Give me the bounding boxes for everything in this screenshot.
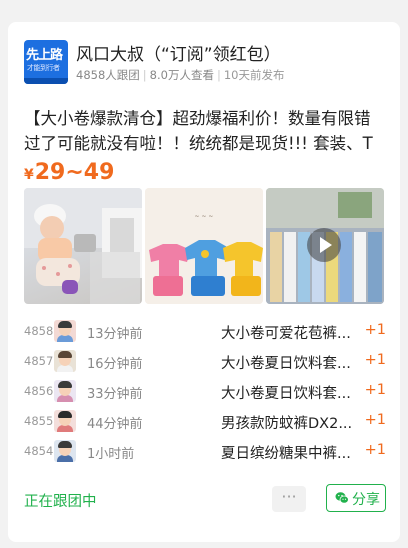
list-item[interactable]: 4856 33分钟前 大小卷夏日饮料套... +1 xyxy=(24,378,386,408)
avatar[interactable] xyxy=(54,440,76,462)
order-product: 夏日缤纷糖果中裤... xyxy=(221,446,351,462)
order-product: 大小卷夏日饮料套... xyxy=(221,386,351,402)
order-time: 33分钟前 xyxy=(87,387,143,402)
list-item[interactable]: 4857 16分钟前 大小卷夏日饮料套... +1 xyxy=(24,348,386,378)
post-description[interactable]: 【大小卷爆款清仓】超劲爆福利价！数量有限错过了可能就没有啦！！统统都是现货!!!… xyxy=(24,106,386,156)
avatar[interactable] xyxy=(54,410,76,432)
top-spacer xyxy=(0,0,408,22)
product-image-2[interactable]: ~ ~ ~ xyxy=(145,188,263,304)
post-meta: 4858人跟团 | 8.0万人查看 | 10天前发布 xyxy=(76,67,284,83)
order-qty: +1 xyxy=(364,442,386,458)
order-product: 大小卷可爱花苞裤... xyxy=(221,326,351,342)
list-item[interactable]: 4858 13分钟前 大小卷可爱花苞裤... +1 xyxy=(24,318,386,348)
order-product: 大小卷夏日饮料套... xyxy=(221,356,351,372)
more-button[interactable]: ··· xyxy=(272,486,306,512)
order-time: 13分钟前 xyxy=(87,327,143,342)
currency-symbol: ¥ xyxy=(24,167,34,183)
share-button[interactable]: 分享 xyxy=(326,484,386,512)
wechat-icon xyxy=(335,492,349,504)
order-product: 男孩款防蚊裤DX2... xyxy=(221,416,353,432)
card-footer: 正在跟团中 ··· 分享 xyxy=(24,484,386,520)
order-qty: +1 xyxy=(364,412,386,428)
order-number: 4855 xyxy=(24,414,54,428)
order-qty: +1 xyxy=(364,352,386,368)
post-time: 10天前发布 xyxy=(223,68,285,82)
avatar[interactable] xyxy=(54,380,76,402)
logo-bar xyxy=(24,78,68,84)
share-label: 分享 xyxy=(352,492,380,508)
order-qty: +1 xyxy=(364,322,386,338)
logo-text-main: 先上路 xyxy=(26,48,63,63)
svg-text:~ ~ ~: ~ ~ ~ xyxy=(195,213,214,220)
order-time: 16分钟前 xyxy=(87,357,143,372)
view-count: 8.0万人查看 xyxy=(149,68,214,82)
shop-logo[interactable]: 先上路 才能到行者 xyxy=(24,40,68,84)
logo-text-sub: 才能到行者 xyxy=(27,64,60,72)
order-time: 44分钟前 xyxy=(87,417,143,432)
divider: | xyxy=(216,68,221,82)
group-buy-card[interactable]: 先上路 才能到行者 风口大叔（“订阅”领红包） 4858人跟团 | 8.0万人查看 |… xyxy=(8,22,400,542)
price-range: ¥29~49 xyxy=(24,160,114,185)
order-number: 4858 xyxy=(24,324,54,338)
follower-count: 4858人跟团 xyxy=(76,68,140,82)
product-video-thumbnail[interactable] xyxy=(266,188,384,304)
price-value: 29~49 xyxy=(34,160,115,185)
order-time: 1小时前 xyxy=(87,447,135,462)
group-status: 正在跟团中 xyxy=(24,494,97,510)
order-number: 4856 xyxy=(24,384,54,398)
list-item[interactable]: 4855 44分钟前 男孩款防蚊裤DX2... +1 xyxy=(24,408,386,438)
shop-title[interactable]: 风口大叔（“订阅”领红包） xyxy=(76,40,281,65)
order-qty: +1 xyxy=(364,382,386,398)
avatar[interactable] xyxy=(54,350,76,372)
outfits-photo: ~ ~ ~ xyxy=(145,188,263,304)
order-number: 4854 xyxy=(24,444,54,458)
order-number: 4857 xyxy=(24,354,54,368)
avatar[interactable] xyxy=(54,320,76,342)
order-list: 4858 13分钟前 大小卷可爱花苞裤... +1 4857 16分钟前 大小卷… xyxy=(24,318,386,468)
product-image-1[interactable] xyxy=(24,188,142,304)
divider: | xyxy=(142,68,147,82)
child-photo xyxy=(24,188,142,304)
play-icon[interactable] xyxy=(307,228,341,262)
card-header: 先上路 才能到行者 风口大叔（“订阅”领红包） 4858人跟团 | 8.0万人查看 |… xyxy=(24,40,384,88)
list-item[interactable]: 4854 1小时前 夏日缤纷糖果中裤... +1 xyxy=(24,438,386,468)
